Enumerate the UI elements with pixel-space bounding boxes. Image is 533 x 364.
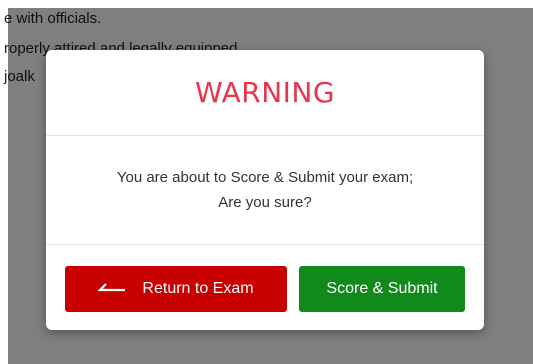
dialog-header: WARNING (46, 50, 484, 136)
dialog-message-line: You are about to Score & Submit your exa… (116, 169, 414, 186)
return-to-exam-button[interactable]: Return to Exam (65, 266, 287, 312)
arrow-left-icon (98, 282, 126, 296)
dialog-body: You are about to Score & Submit your exa… (46, 136, 484, 245)
dialog-footer: Return to Exam Score & Submit (46, 245, 484, 330)
score-and-submit-button[interactable]: Score & Submit (299, 266, 465, 312)
score-and-submit-label: Score & Submit (326, 280, 438, 297)
dialog-title: WARNING (194, 76, 336, 109)
warning-dialog: WARNING You are about to Score & Submit … (46, 50, 484, 330)
return-to-exam-label: Return to Exam (142, 280, 254, 297)
dialog-message-line: Are you sure? (218, 194, 312, 211)
